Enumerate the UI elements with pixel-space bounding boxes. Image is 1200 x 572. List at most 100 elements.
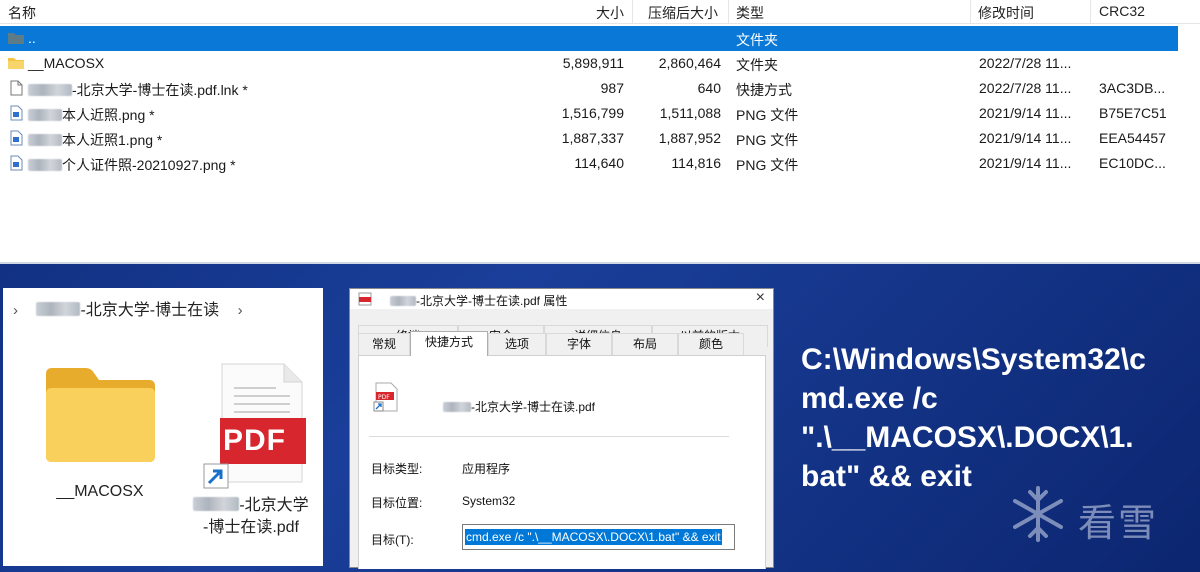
folder-label: __MACOSX <box>56 483 144 500</box>
row-crc32: EEA54457 <box>1099 130 1166 146</box>
redacted-text <box>193 497 240 511</box>
table-row[interactable]: .. 文件夹 <box>0 26 1178 51</box>
target-type-label: 目标类型: <box>371 462 423 476</box>
row-size: 1,887,337 <box>561 130 624 146</box>
tab-colors[interactable]: 颜色 <box>678 333 744 355</box>
chevron-right-icon[interactable]: › <box>238 302 243 319</box>
folder-icon <box>8 58 24 69</box>
command-line: md.exe /c <box>801 382 938 415</box>
tab-general[interactable]: 常规 <box>358 333 410 355</box>
dialog-title: -北京大学-博士在读.pdf 属性 <box>416 294 568 308</box>
table-row[interactable]: 个人证件照-20210927.png * 114,640 114,816 PNG… <box>0 151 1178 176</box>
row-packed-size: 1,887,952 <box>658 130 721 146</box>
column-name[interactable]: 名称 <box>8 3 36 23</box>
target-location-value: System32 <box>462 494 516 508</box>
row-packed-size: 114,816 <box>671 155 721 171</box>
breadcrumb-folder[interactable]: -北京大学-博士在读 <box>80 302 219 319</box>
pdf-badge: PDF <box>223 424 286 457</box>
row-name: -北京大学-博士在读.pdf.lnk * <box>72 82 248 98</box>
row-type: 文件夹 <box>736 32 778 48</box>
row-modified: 2022/7/28 11... <box>979 55 1072 71</box>
row-name: 个人证件照-20210927.png * <box>62 157 236 173</box>
folder-icon <box>46 368 155 462</box>
target-label: 目标(T): <box>371 533 414 547</box>
row-type: 文件夹 <box>736 57 778 73</box>
table-row[interactable]: -北京大学-博士在读.pdf.lnk * 987 640 快捷方式 2022/7… <box>0 76 1178 101</box>
pdf-shortcut-icon: PDF <box>373 382 398 412</box>
explorer-window: › -北京大学-博士在读 › __MACOSX PDF -北京大学 -博士在读.… <box>3 288 323 566</box>
redacted-text <box>443 402 471 412</box>
row-name: 本人近照.png * <box>62 107 155 123</box>
target-location-label: 目标位置: <box>371 496 423 510</box>
tab-font[interactable]: 字体 <box>546 333 612 355</box>
tab-options[interactable]: 选项 <box>488 333 546 355</box>
close-button[interactable]: × <box>756 289 765 307</box>
row-name: .. <box>28 30 36 46</box>
row-crc32: B75E7C51 <box>1099 105 1167 121</box>
tab-shortcut[interactable]: 快捷方式 <box>410 331 488 356</box>
redacted-text <box>28 84 72 96</box>
row-type: PNG 文件 <box>736 107 799 123</box>
pdf-label-line2: -博士在读.pdf <box>202 519 300 536</box>
redacted-text <box>28 109 62 121</box>
redacted-text <box>390 296 416 306</box>
row-type: 快捷方式 <box>736 82 792 98</box>
properties-dialog: -北京大学-博士在读.pdf 属性 × 终端 安全 详细信息 以前的版本 常规 … <box>349 288 774 569</box>
row-modified: 2022/7/28 11... <box>979 80 1072 96</box>
row-packed-size: 640 <box>697 80 721 96</box>
row-crc32: 3AC3DB... <box>1099 80 1166 96</box>
column-size[interactable]: 大小 <box>596 3 624 23</box>
command-caption: C:\Windows\System32\c md.exe /c ".\__MAC… <box>801 340 1191 496</box>
row-modified: 2021/9/14 11... <box>979 155 1072 171</box>
row-size: 987 <box>600 80 624 96</box>
row-size: 5,898,911 <box>562 55 624 71</box>
command-line: ".\__MACOSX\.DOCX\1. <box>801 421 1134 454</box>
row-name: __MACOSX <box>28 55 105 71</box>
row-packed-size: 2,860,464 <box>658 55 721 71</box>
watermark-text: 看雪 <box>1078 501 1159 545</box>
divider <box>369 436 729 437</box>
row-size: 114,640 <box>574 155 624 171</box>
target-input[interactable]: cmd.exe /c ".\__MACOSX\.DOCX\1.bat" && e… <box>462 524 735 550</box>
row-type: PNG 文件 <box>736 157 799 173</box>
command-line: C:\Windows\System32\c <box>801 343 1146 376</box>
pdf-shortcut-item[interactable]: PDF -北京大学 -博士在读.pdf <box>181 362 321 539</box>
image-icon <box>10 105 23 121</box>
dialog-titlebar: -北京大学-博士在读.pdf 属性 × <box>350 289 773 309</box>
table-row[interactable]: 本人近照1.png * 1,887,337 1,887,952 PNG 文件 2… <box>0 126 1178 151</box>
row-size: 1,516,799 <box>561 105 624 121</box>
breadcrumb[interactable]: › -北京大学-博士在读 › <box>13 296 243 320</box>
shortcut-tab-panel: PDF -北京大学-博士在读.pdf 目标类型: 应用程序 目标位置: Syst… <box>358 355 766 569</box>
column-header: 名称 大小 压缩后大小 类型 修改时间 CRC32 <box>0 0 1200 24</box>
row-modified: 2021/9/14 11... <box>979 130 1072 146</box>
folder-item-macosx[interactable]: __MACOSX <box>25 366 175 501</box>
row-packed-size: 1,511,088 <box>659 105 721 121</box>
folder-icon <box>8 33 24 44</box>
row-modified: 2021/9/14 11... <box>979 105 1072 121</box>
table-row[interactable]: 本人近照.png * 1,516,799 1,511,088 PNG 文件 20… <box>0 101 1178 126</box>
shortcut-file-name: -北京大学-博士在读.pdf <box>471 400 596 414</box>
row-type: PNG 文件 <box>736 132 799 148</box>
redacted-text <box>36 302 81 316</box>
row-name: 本人近照1.png * <box>62 132 163 148</box>
chevron-right-icon: › <box>13 302 18 319</box>
row-crc32: EC10DC... <box>1099 155 1166 171</box>
image-icon <box>10 155 23 171</box>
image-icon <box>10 130 23 146</box>
column-crc32[interactable]: CRC32 <box>1099 3 1145 19</box>
target-input-selected-text: cmd.exe /c ".\__MACOSX\.DOCX\1.bat" && e… <box>465 529 722 545</box>
tab-layout[interactable]: 布局 <box>612 333 678 355</box>
archive-file-list: 名称 大小 压缩后大小 类型 修改时间 CRC32 .. 文件夹 __MACOS… <box>0 0 1200 264</box>
column-modified[interactable]: 修改时间 <box>978 3 1034 23</box>
redacted-text <box>28 134 62 146</box>
column-type[interactable]: 类型 <box>736 3 764 23</box>
snowflake-icon <box>1013 486 1063 542</box>
file-icon <box>10 80 23 96</box>
watermark: 看雪 <box>1008 484 1188 545</box>
table-row[interactable]: __MACOSX 5,898,911 2,860,464 文件夹 2022/7/… <box>0 51 1178 76</box>
redacted-text <box>28 159 62 171</box>
svg-text:PDF: PDF <box>378 394 390 401</box>
pdf-label-line1: -北京大学 <box>239 497 309 514</box>
target-type-value: 应用程序 <box>462 462 511 476</box>
column-packed-size[interactable]: 压缩后大小 <box>648 3 718 23</box>
